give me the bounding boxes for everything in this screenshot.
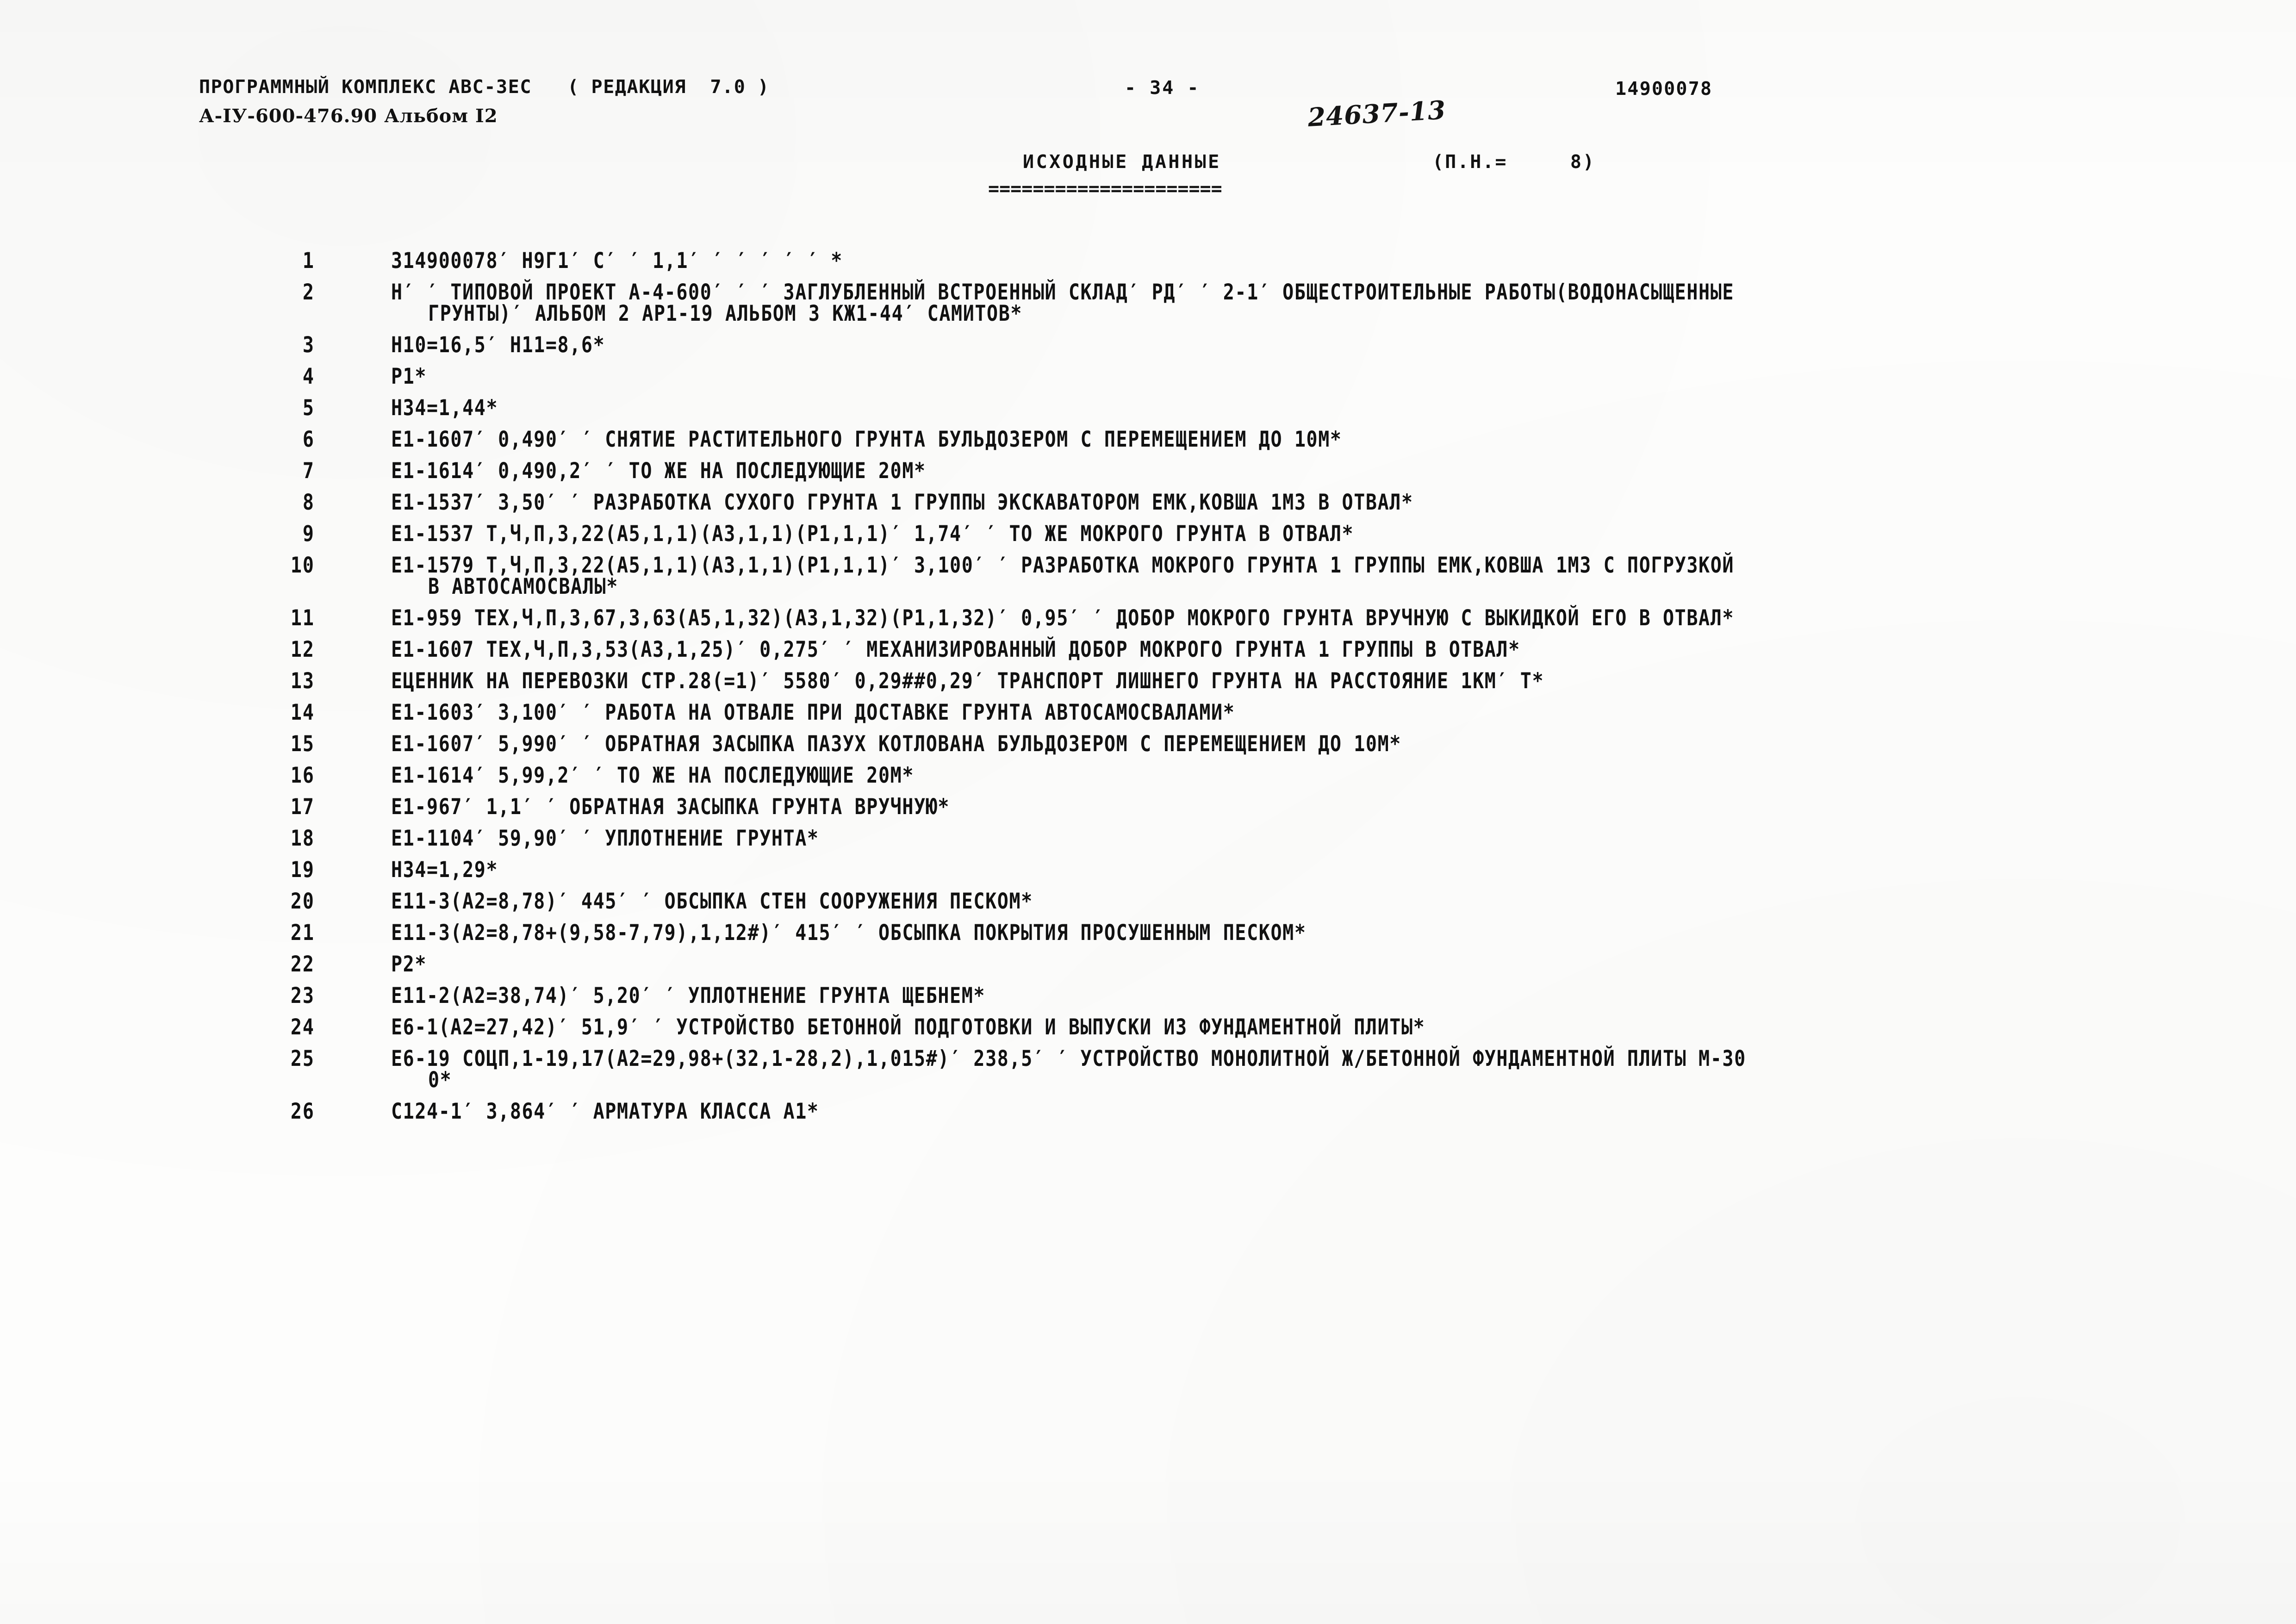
listing-row-text: Е1-959 ТЕХ,Ч,П,3,67,3,63(А5,1,32)(А3,1,3… — [391, 605, 1735, 631]
listing-row-index: 15 — [290, 731, 315, 757]
section-rule-text: ===================== — [988, 178, 1222, 199]
listing-row-index: 5 — [302, 395, 315, 421]
listing-row-text: 314900078′ Н9Г1′ С′ ′ 1,1′ ′ ′ ′ ′ ′ * — [391, 248, 843, 274]
listing-row-text: Е6-1(А2=27,42)′ 51,9′ ′ УСТРОЙСТВО БЕТОН… — [391, 1014, 1425, 1040]
listing-row-text: Е1-1607′ 5,990′ ′ ОБРАТНАЯ ЗАСЫПКА ПАЗУХ… — [391, 731, 1401, 757]
listing-row-index: 10 — [290, 553, 315, 578]
album-code-line: А-IУ-600-476.90 Альбом I2 — [199, 107, 498, 125]
listing-row-text: Е11-3(А2=8,78)′ 445′ ′ ОБСЫПКА СТЕН СООР… — [391, 889, 1033, 914]
listing-row-text: Е1-967′ 1,1′ ′ ОБРАТНАЯ ЗАСЫПКА ГРУНТА В… — [391, 794, 950, 820]
listing-row-index: 3 — [302, 332, 315, 358]
section-title-underline: ===================== — [988, 180, 1222, 198]
listing-row-text: Е11-3(А2=8,78+(9,58-7,79),1,12#)′ 415′ ′… — [391, 920, 1307, 946]
listing-row-index: 9 — [302, 521, 315, 547]
listing-row-text: ЕЦЕННИК НА ПЕРЕВОЗКИ СТР.28(=1)′ 5580′ 0… — [391, 668, 1544, 694]
listing-row-text: Н′ ′ ТИПОВОЙ ПРОЕКТ А-4-600′ ′ ′ ЗАГЛУБЛ… — [391, 280, 1735, 305]
listing-row-index: 14 — [290, 700, 315, 725]
listing-row-index: 1 — [302, 248, 315, 274]
listing-row-text: Е1-1104′ 59,90′ ′ УПЛОТНЕНИЕ ГРУНТА* — [391, 826, 819, 851]
position-counter-text: (П.Н.= 8) — [1432, 151, 1596, 173]
position-counter: (П.Н.= 8) — [1432, 153, 1595, 171]
listing-row-index: 24 — [290, 1014, 315, 1040]
document-number-text: 14900078 — [1615, 78, 1713, 100]
listing-row-index: 20 — [290, 889, 315, 914]
listing-row-index: 11 — [290, 605, 315, 631]
listing-row-text: Н10=16,5′ Н11=8,6* — [391, 332, 605, 358]
listing-row-index: 18 — [290, 826, 315, 851]
listing-row-index: 26 — [290, 1099, 315, 1124]
listing-row-text: Е1-1614′ 0,490,2′ ′ ТО ЖЕ НА ПОСЛЕДУЮЩИЕ… — [391, 458, 926, 484]
listing-row-text: Е1-1537′ 3,50′ ′ РАЗРАБОТКА СУХОГО ГРУНТ… — [391, 490, 1413, 515]
listing-row-text: Е1-1607′ 0,490′ ′ СНЯТИЕ РАСТИТЕЛЬНОГО Г… — [391, 427, 1342, 452]
listing-row-index: 22 — [290, 952, 315, 977]
listing-row-text: С124-1′ 3,864′ ′ АРМАТУРА КЛАССА А1* — [391, 1099, 819, 1124]
listing-row-text: Е1-1579 Т,Ч,П,3,22(А5,1,1)(А3,1,1)(Р1,1,… — [391, 553, 1735, 578]
document-page: ПРОГРАММНЫЙ КОМПЛЕКС АВС-3ЕС ( РЕДАКЦИЯ … — [0, 0, 2296, 1624]
listing-row-index: 17 — [290, 794, 315, 820]
page-number-text: - 34 - — [1125, 77, 1200, 99]
program-complex-line: ПРОГРАММНЫЙ КОМПЛЕКС АВС-3ЕС ( РЕДАКЦИЯ … — [199, 78, 770, 96]
listing-row-index: 16 — [290, 763, 315, 788]
listing-row-text: Е1-1603′ 3,100′ ′ РАБОТА НА ОТВАЛЕ ПРИ Д… — [391, 700, 1235, 725]
page-number: - 34 - — [1125, 79, 1200, 97]
listing-row-text: Р1* — [391, 364, 427, 389]
listing-row-index: 4 — [302, 364, 315, 389]
listing-row-index: 8 — [302, 490, 315, 515]
listing-row-continuation: 0* — [428, 1067, 452, 1093]
listing-row-continuation: В АВТОСАМОСВАЛЫ* — [428, 574, 618, 599]
listing-row-index: 12 — [290, 637, 315, 662]
listing-row-index: 23 — [290, 983, 315, 1008]
scan-grain-overlay — [0, 0, 2296, 1624]
album-code-text: А-IУ-600-476.90 Альбом I2 — [199, 105, 498, 127]
program-complex-text: ПРОГРАММНЫЙ КОМПЛЕКС АВС-3ЕС ( РЕДАКЦИЯ … — [199, 76, 770, 98]
section-title-text: ИСХОДНЫЕ ДАННЫЕ — [1023, 151, 1221, 173]
listing-row-index: 2 — [302, 280, 315, 305]
listing-row-index: 19 — [290, 857, 315, 883]
handwritten-annotation-text: 24637-13 — [1307, 94, 1447, 133]
listing-row-text: Е6-19 СОЦП,1-19,17(А2=29,98+(32,1-28,2),… — [391, 1046, 1746, 1071]
listing-row-index: 21 — [290, 920, 315, 946]
handwritten-annotation: 24637-13 — [1268, 65, 1449, 165]
listing-row-index: 6 — [302, 427, 315, 452]
section-title: ИСХОДНЫЕ ДАННЫЕ — [1023, 153, 1221, 171]
listing-row-text: Е11-2(А2=38,74)′ 5,20′ ′ УПЛОТНЕНИЕ ГРУН… — [391, 983, 986, 1008]
listing-row-text: Е1-1614′ 5,99,2′ ′ ТО ЖЕ НА ПОСЛЕДУЮЩИЕ … — [391, 763, 915, 788]
listing-row-text: Е1-1607 ТЕХ,Ч,П,3,53(А3,1,25)′ 0,275′ ′ … — [391, 637, 1520, 662]
listing-row-index: 25 — [290, 1046, 315, 1071]
listing-row-text: Е1-1537 Т,Ч,П,3,22(А5,1,1)(А3,1,1)(Р1,1,… — [391, 521, 1354, 547]
listing-row-text: Р2* — [391, 952, 427, 977]
listing-row-continuation: ГРУНТЫ)′ АЛЬБОМ 2 АР1-19 АЛЬБОМ 3 КЖ1-44… — [428, 301, 1023, 326]
listing-row-index: 13 — [290, 668, 315, 694]
listing-row-index: 7 — [302, 458, 315, 484]
listing-row-text: Н34=1,29* — [391, 857, 498, 883]
listing-row-text: Н34=1,44* — [391, 395, 498, 421]
document-number: 14900078 — [1615, 80, 1712, 98]
